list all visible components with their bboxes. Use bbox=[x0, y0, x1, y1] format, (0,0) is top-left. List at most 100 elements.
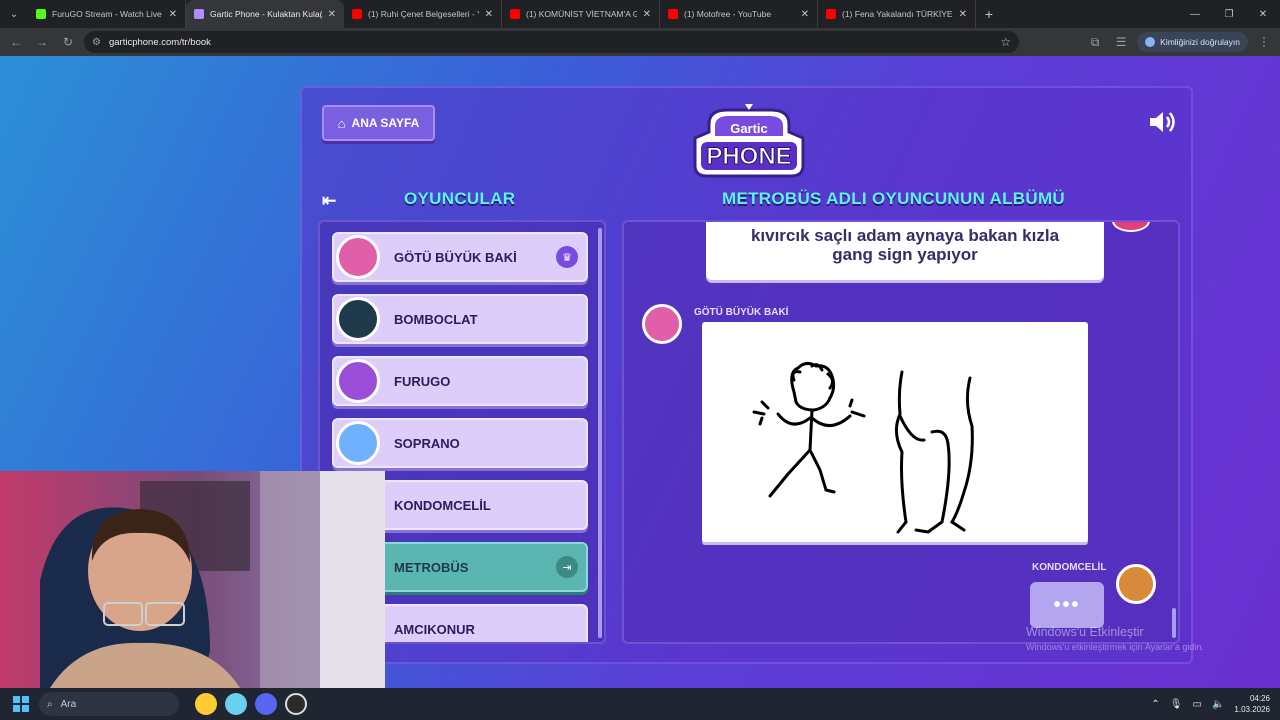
sound-speaker-icon[interactable] bbox=[1147, 108, 1177, 136]
previous-player-avatar bbox=[1112, 222, 1150, 232]
tab-search-chevron-icon[interactable]: ⌄ bbox=[0, 0, 28, 28]
activation-watermark-subtitle: Windows'u etkinleştirmek için Ayarlar'a … bbox=[1026, 642, 1204, 652]
stick-figure-drawing bbox=[752, 361, 974, 534]
search-placeholder: Ara bbox=[60, 698, 77, 710]
home-button[interactable]: ⌂ ANA SAYFA bbox=[322, 105, 435, 141]
players-scrollbar[interactable] bbox=[598, 228, 602, 638]
microphone-icon[interactable]: 🎙 bbox=[1170, 699, 1183, 710]
drawing-canvas bbox=[702, 322, 1088, 542]
extensions-icon[interactable]: ⧉ bbox=[1085, 32, 1105, 52]
browser-tab-strip: ⌄ FuruGO Stream - Watch Live o ✕ Gartic … bbox=[0, 0, 1280, 28]
close-window-icon[interactable]: ✕ bbox=[1246, 0, 1280, 28]
typing-indicator: ••• bbox=[1030, 582, 1104, 628]
album-feed[interactable]: kıvırcık saçlı adam aynaya bakan kızla g… bbox=[622, 220, 1180, 644]
player-name: KONDOMCELİL bbox=[394, 497, 491, 513]
verify-label: Kimliğinizi doğrulayın bbox=[1160, 37, 1240, 47]
verify-identity-button[interactable]: Kimliğinizi doğrulayın bbox=[1137, 32, 1248, 52]
player-name: FURUGO bbox=[394, 373, 451, 389]
windows-start-icon[interactable] bbox=[13, 696, 29, 712]
minimize-icon[interactable]: — bbox=[1178, 0, 1212, 28]
back-arrow-icon[interactable]: ← bbox=[6, 32, 26, 52]
restore-icon[interactable]: ❐ bbox=[1212, 0, 1246, 28]
site-info-icon[interactable]: ⚙ bbox=[92, 37, 101, 48]
game-panel: ⌂ ANA SAYFA Gartic PHONE ⇤ OYUNCULAR MET… bbox=[300, 86, 1193, 664]
time: 04:26 bbox=[1249, 694, 1270, 703]
browser-tab[interactable]: (1) KOMÜNİST VİETNAM'A GEL ✕ bbox=[502, 0, 660, 28]
forward-arrow-icon[interactable]: → bbox=[32, 32, 52, 52]
tab-close-icon[interactable]: ✕ bbox=[643, 9, 651, 20]
browser-tab[interactable]: (1) Ruhi Çenet Belgeselleri - Yo ✕ bbox=[344, 0, 502, 28]
home-icon: ⌂ bbox=[337, 115, 346, 131]
player-item[interactable]: GÖTÜ BÜYÜK BAKİ ♛ bbox=[332, 232, 588, 282]
previous-text-bubble: kıvırcık saçlı adam aynaya bakan kızla g… bbox=[706, 222, 1104, 280]
app-icon[interactable] bbox=[225, 693, 247, 715]
drawer-avatar bbox=[642, 304, 682, 344]
player-name: AMCIKONUR bbox=[394, 621, 475, 637]
players-heading: OYUNCULAR bbox=[404, 189, 516, 208]
player-avatar bbox=[336, 235, 380, 279]
profile-icon bbox=[1145, 37, 1156, 47]
volume-icon[interactable]: 🔈 bbox=[1212, 699, 1224, 710]
tab-title: FuruGO Stream - Watch Live o bbox=[52, 9, 163, 19]
tab-title: (1) KOMÜNİST VİETNAM'A GEL bbox=[526, 9, 637, 19]
player-name: BOMBOCLAT bbox=[394, 311, 478, 327]
player-name: GÖTÜ BÜYÜK BAKİ bbox=[394, 249, 517, 265]
next-player-avatar bbox=[1116, 564, 1156, 604]
address-toolbar: ← → ↻ ⚙ garticphone.com/tr/book ☆ ⧉ ☰ Ki… bbox=[0, 28, 1280, 56]
new-tab-plus-icon[interactable]: + bbox=[976, 0, 1002, 28]
reading-list-icon[interactable]: ☰ bbox=[1111, 32, 1131, 52]
window-controls: — ❐ ✕ bbox=[1178, 0, 1280, 28]
tab-close-icon[interactable]: ✕ bbox=[169, 9, 177, 20]
tab-close-icon[interactable]: ✕ bbox=[801, 9, 809, 20]
player-avatar bbox=[336, 359, 380, 403]
browser-tab-active[interactable]: Gartic Phone - Kulaktan Kulağa ✕ bbox=[186, 0, 344, 28]
tray-chevron-icon[interactable]: ⌃ bbox=[1151, 699, 1159, 710]
reload-icon[interactable]: ↻ bbox=[58, 32, 78, 52]
date: 1.03.2026 bbox=[1234, 705, 1270, 714]
browser-tab[interactable]: FuruGO Stream - Watch Live o ✕ bbox=[28, 0, 186, 28]
prompt-line-2: gang sign yapıyor bbox=[832, 245, 978, 264]
album-scrollbar[interactable] bbox=[1172, 608, 1176, 638]
tab-title: Gartic Phone - Kulaktan Kulağa bbox=[210, 9, 322, 19]
next-player-name: KONDOMCELİL bbox=[1032, 562, 1107, 573]
player-item[interactable]: FURUGO bbox=[332, 356, 588, 406]
omnibox[interactable]: ⚙ garticphone.com/tr/book ☆ bbox=[84, 31, 1020, 53]
network-icon[interactable]: ▭ bbox=[1193, 699, 1202, 710]
exit-arrow-icon[interactable]: ⇤ bbox=[322, 191, 336, 211]
browser-tab[interactable]: (1) Motofree - YouTube ✕ bbox=[660, 0, 818, 28]
browser-tab[interactable]: (1) Fena Yakalandı TÜRKİYE'DE ✕ bbox=[818, 0, 976, 28]
tab-close-icon[interactable]: ✕ bbox=[328, 9, 336, 20]
search-icon: ⌕ bbox=[47, 698, 53, 710]
url-text[interactable]: garticphone.com/tr/book bbox=[109, 37, 992, 48]
gartic-favicon-icon bbox=[194, 9, 204, 19]
player-name: METROBÜS bbox=[394, 559, 469, 575]
webcam-overlay bbox=[0, 471, 385, 688]
tab-title: (1) Ruhi Çenet Belgeselleri - Yo bbox=[368, 9, 479, 19]
game-page: ⌂ ANA SAYFA Gartic PHONE ⇤ OYUNCULAR MET… bbox=[0, 56, 1280, 688]
tab-close-icon[interactable]: ✕ bbox=[485, 9, 493, 20]
bookmark-star-icon[interactable]: ☆ bbox=[1000, 35, 1011, 49]
youtube-favicon-icon bbox=[826, 9, 836, 19]
album-heading: METROBÜS ADLI OYUNCUNUN ALBÜMÜ bbox=[722, 189, 1065, 208]
player-item[interactable]: BOMBOCLAT bbox=[332, 294, 588, 344]
player-item[interactable]: SOPRANO bbox=[332, 418, 588, 468]
home-label: ANA SAYFA bbox=[351, 116, 420, 130]
obs-app-icon[interactable] bbox=[285, 693, 307, 715]
chrome-app-icon[interactable] bbox=[195, 693, 217, 715]
crown-icon: ♛ bbox=[556, 246, 578, 268]
taskbar-search[interactable]: ⌕ Ara bbox=[39, 692, 179, 716]
clock[interactable]: 04:26 1.03.2026 bbox=[1234, 693, 1270, 715]
discord-app-icon[interactable] bbox=[255, 693, 277, 715]
windows-taskbar: ⌕ Ara ⌃ 🎙 ▭ 🔈 04:26 1.03.2026 bbox=[0, 688, 1280, 720]
youtube-favicon-icon bbox=[668, 9, 678, 19]
browser-menu-icon[interactable]: ⋮ bbox=[1254, 32, 1274, 52]
youtube-favicon-icon bbox=[352, 9, 362, 19]
player-name: SOPRANO bbox=[394, 435, 460, 451]
activation-watermark-title: Windows'u Etkinleştir bbox=[1026, 625, 1144, 639]
system-tray: ⌃ 🎙 ▭ 🔈 04:26 1.03.2026 bbox=[1151, 688, 1270, 720]
logo-line2: PHONE bbox=[706, 143, 791, 170]
player-avatar bbox=[336, 297, 380, 341]
prompt-line-1: kıvırcık saçlı adam aynaya bakan kızla bbox=[750, 226, 1060, 245]
tab-close-icon[interactable]: ✕ bbox=[959, 9, 967, 20]
gartic-phone-logo: Gartic PHONE bbox=[693, 104, 805, 178]
